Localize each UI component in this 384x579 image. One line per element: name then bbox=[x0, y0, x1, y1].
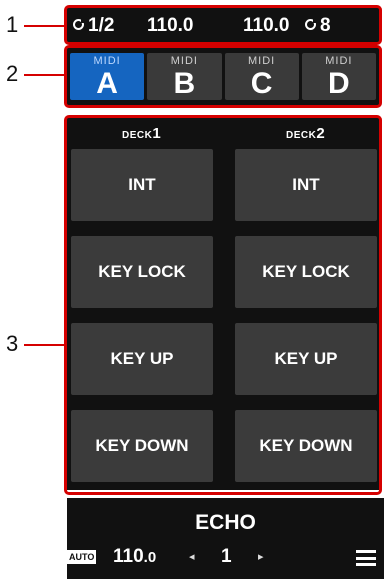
effect-bpm: 110.0 bbox=[113, 546, 156, 568]
callout-line-3 bbox=[24, 344, 64, 346]
effect-name[interactable]: ECHO bbox=[67, 511, 384, 535]
callout-frame-2 bbox=[64, 45, 382, 108]
callout-number-1: 1 bbox=[6, 12, 19, 37]
callout-line-2 bbox=[24, 74, 64, 76]
beat-next-icon[interactable]: ▸ bbox=[258, 550, 264, 563]
effect-bar: ECHO AUTO 110.0 ◂ 1 ▸ bbox=[67, 498, 384, 579]
auto-bpm-badge[interactable]: AUTO bbox=[67, 550, 97, 564]
callout-line-1 bbox=[24, 25, 64, 27]
callout-frame-3 bbox=[64, 115, 382, 495]
callout-number-2: 2 bbox=[6, 61, 19, 86]
effect-bpm-dec: .0 bbox=[143, 549, 157, 566]
effect-beat: 1 bbox=[221, 546, 232, 567]
beat-prev-icon[interactable]: ◂ bbox=[189, 550, 195, 563]
callout-number-3: 3 bbox=[6, 331, 19, 356]
callout-frame-1 bbox=[64, 5, 382, 45]
effect-bpm-int: 110 bbox=[113, 546, 144, 567]
hamburger-menu-icon[interactable] bbox=[356, 550, 376, 566]
